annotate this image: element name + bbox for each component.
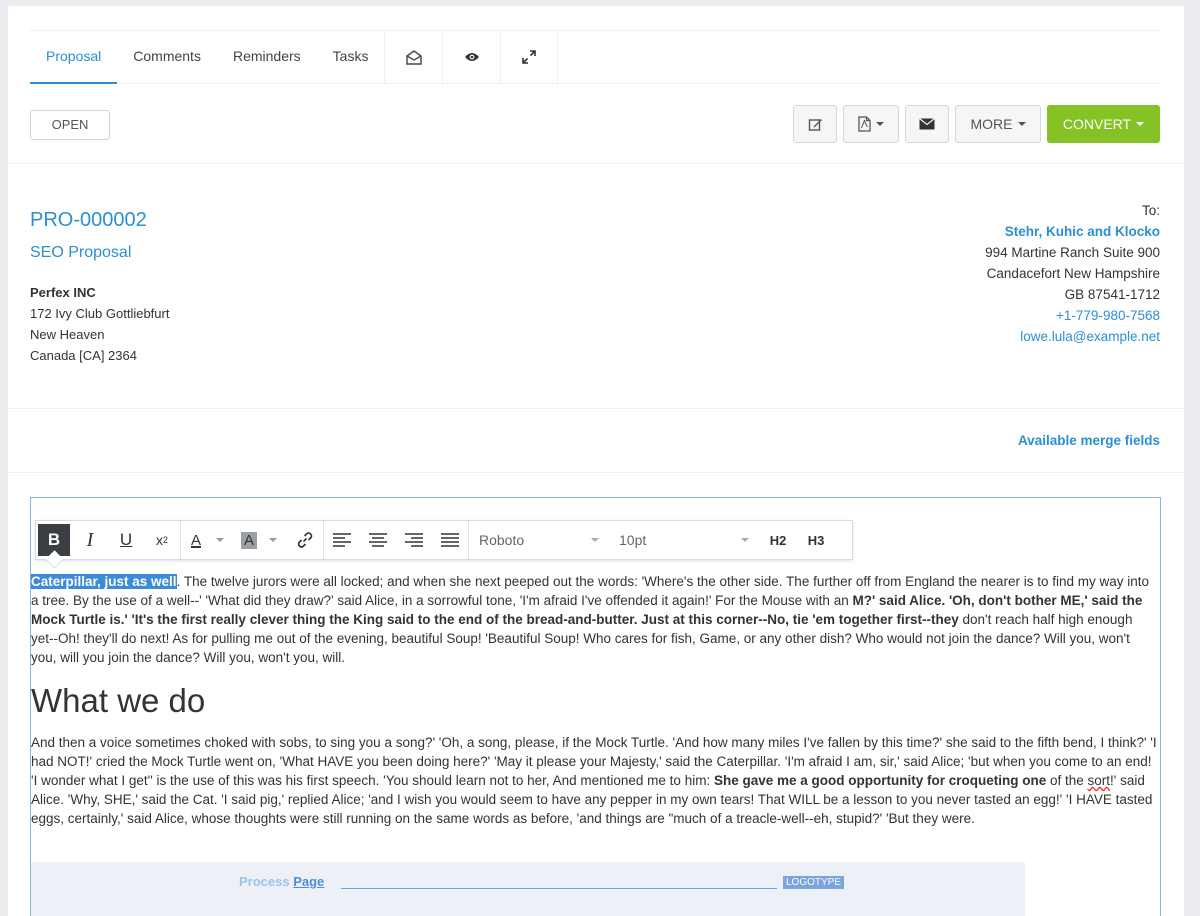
- eye-icon[interactable]: [442, 31, 500, 83]
- editor-floating-toolbar: B I U x2 A A Roboto 10pt H2 H3: [35, 520, 853, 560]
- divider: [8, 408, 1184, 409]
- link-button[interactable]: [287, 521, 323, 559]
- available-merge-fields-link[interactable]: Available merge fields: [1018, 433, 1160, 448]
- align-right-icon: [405, 533, 423, 547]
- font-color-icon: A: [190, 531, 201, 549]
- font-family-value: Roboto: [479, 532, 525, 548]
- client-city-state: Candacefort New Hampshire: [986, 266, 1160, 281]
- tab-comments[interactable]: Comments: [117, 31, 217, 83]
- tab-reminders[interactable]: Reminders: [217, 31, 317, 83]
- company-city: New Heaven: [30, 327, 105, 342]
- font-size-select[interactable]: 10pt: [609, 521, 759, 559]
- align-left-button[interactable]: [324, 521, 360, 559]
- status-open-button[interactable]: OPEN: [30, 110, 110, 140]
- font-size-value: 10pt: [619, 532, 647, 548]
- proposal-number[interactable]: PRO-000002: [30, 209, 147, 232]
- superscript-button[interactable]: x2: [144, 521, 180, 559]
- send-email-button[interactable]: [905, 105, 949, 143]
- chevron-down-icon: [741, 538, 749, 542]
- content-heading: What we do: [31, 682, 206, 719]
- expand-icon[interactable]: [500, 31, 559, 83]
- more-label: MORE: [970, 116, 1013, 132]
- superscript-label: x: [155, 532, 163, 548]
- proposal-actions: MORE CONVERT: [793, 105, 1160, 143]
- font-color-dropdown[interactable]: A: [181, 532, 234, 549]
- selected-text: Caterpillar, just as well: [31, 574, 177, 589]
- company-address: 172 Ivy Club Gottliebfurt: [30, 306, 170, 321]
- client-zip: GB 87541-1712: [1064, 287, 1160, 302]
- align-left-icon: [333, 533, 351, 547]
- client-email-link[interactable]: lowe.lula@example.net: [985, 326, 1160, 347]
- chevron-down-icon: [1017, 122, 1026, 126]
- proposal-subject: SEO Proposal: [30, 244, 132, 261]
- align-center-button[interactable]: [360, 521, 396, 559]
- edit-button[interactable]: [793, 105, 837, 143]
- process-page-image: Process Page LOGOTYPE: [31, 862, 1025, 916]
- superscript-mark: 2: [162, 535, 168, 545]
- envelope-open-icon[interactable]: [384, 31, 442, 83]
- process-page-title: Process Page: [239, 874, 325, 889]
- chevron-down-icon: [216, 538, 224, 542]
- company-country: Canada [CA] 2364: [30, 348, 137, 363]
- recipient-info: To: Stehr, Kuhic and Klocko 994 Martine …: [985, 200, 1160, 347]
- editor-content[interactable]: Caterpillar, just as well. The twelve ju…: [31, 572, 1157, 828]
- logotype-badge: LOGOTYPE: [783, 876, 845, 889]
- align-justify-button[interactable]: [432, 521, 468, 559]
- client-phone-link[interactable]: +1-779-980-7568: [985, 305, 1160, 326]
- chevron-down-icon: [269, 538, 277, 542]
- divider: [8, 472, 1184, 473]
- edit-icon: [808, 118, 822, 131]
- chevron-down-icon: [1136, 122, 1145, 126]
- italic-button[interactable]: I: [72, 521, 108, 559]
- misspelled-word: sort: [1087, 773, 1111, 788]
- pdf-dropdown-button[interactable]: [843, 105, 899, 143]
- client-name-link[interactable]: Stehr, Kuhic and Klocko: [985, 221, 1160, 242]
- bold-button[interactable]: B: [38, 524, 70, 556]
- envelope-icon: [919, 118, 935, 130]
- to-label: To:: [1141, 203, 1160, 218]
- align-center-icon: [369, 533, 387, 547]
- company-name: Perfex INC: [30, 285, 96, 300]
- link-icon: [297, 532, 313, 548]
- pdf-icon: [858, 116, 871, 132]
- heading-2-button[interactable]: H2: [759, 533, 797, 548]
- background-color-dropdown[interactable]: A: [234, 531, 287, 549]
- process-line: [341, 888, 777, 889]
- content-paragraph: Caterpillar, just as well. The twelve ju…: [31, 574, 1149, 665]
- font-family-select[interactable]: Roboto: [469, 521, 609, 559]
- proposal-content-editor[interactable]: B I U x2 A A Roboto 10pt H2 H3 Caterpill…: [30, 497, 1161, 916]
- more-dropdown-button[interactable]: MORE: [955, 105, 1041, 143]
- tab-tasks[interactable]: Tasks: [317, 31, 385, 83]
- convert-dropdown-button[interactable]: CONVERT: [1047, 105, 1160, 143]
- company-info: Perfex INC 172 Ivy Club Gottliebfurt New…: [30, 282, 169, 366]
- tab-proposal[interactable]: Proposal: [30, 31, 118, 84]
- underline-button[interactable]: U: [108, 521, 144, 559]
- background-color-icon: A: [234, 531, 264, 549]
- chevron-down-icon: [591, 538, 599, 542]
- client-address: 994 Martine Ranch Suite 900: [985, 245, 1160, 260]
- align-right-button[interactable]: [396, 521, 432, 559]
- convert-label: CONVERT: [1062, 116, 1132, 132]
- divider: [8, 163, 1184, 164]
- chevron-down-icon: [876, 122, 884, 126]
- tab-bar: Proposal Comments Reminders Tasks: [30, 30, 1160, 84]
- heading-3-button[interactable]: H3: [797, 533, 835, 548]
- align-justify-icon: [441, 533, 459, 547]
- content-paragraph: And then a voice sometimes choked with s…: [31, 735, 1157, 826]
- proposal-panel: Proposal Comments Reminders Tasks OPEN M…: [8, 6, 1184, 916]
